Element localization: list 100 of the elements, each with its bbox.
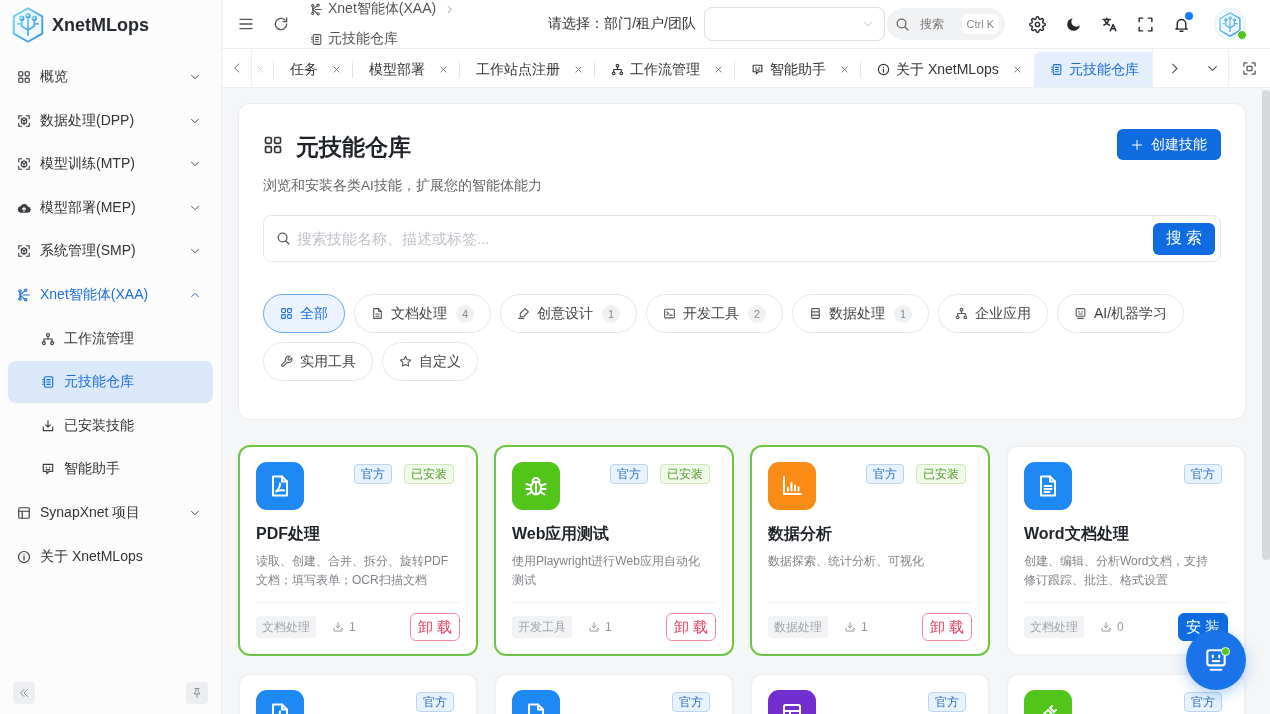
double-chevron-left-icon: [18, 687, 30, 699]
download-count: 1: [861, 620, 868, 634]
logo-icon: [12, 7, 44, 43]
avatar-icon[interactable]: [1214, 8, 1246, 40]
robot-icon: [1203, 647, 1229, 673]
focus-frame-icon[interactable]: [1242, 60, 1257, 76]
layout-icon: [17, 505, 31, 520]
close-icon[interactable]: [332, 65, 341, 74]
nav-item[interactable]: 数据处理(DPP): [8, 99, 213, 142]
category-chip[interactable]: 数据处理 1: [792, 294, 929, 333]
download-icon: [1100, 621, 1112, 633]
download-icon: [41, 418, 55, 433]
category-chip[interactable]: 文档处理 4: [354, 294, 491, 333]
cube-scan-icon: [17, 113, 31, 128]
grid-icon: [17, 70, 31, 84]
tab[interactable]: 工作站点注册: [460, 52, 594, 87]
download-count: 0: [1117, 620, 1124, 634]
close-icon[interactable]: [574, 65, 583, 74]
tab[interactable]: 关于 XnetMLops: [861, 52, 1033, 87]
close-icon[interactable]: [439, 65, 448, 74]
category-chip[interactable]: AI/机器学习: [1057, 294, 1185, 333]
official-badge: 官方: [928, 692, 966, 712]
nav-item[interactable]: 已安装技能: [8, 404, 213, 447]
settings-icon[interactable]: [1028, 15, 1046, 33]
hierarchy-icon: [955, 307, 968, 320]
nodes-icon: [17, 287, 31, 302]
close-icon[interactable]: [1012, 65, 1022, 74]
pin-button[interactable]: [186, 682, 208, 704]
chat-face-icon: [751, 63, 764, 76]
count-badge: 2: [748, 304, 766, 323]
page-subtitle: 浏览和安装各类AI技能，扩展您的智能体能力: [263, 177, 543, 195]
nodes-icon: [310, 2, 323, 16]
tab[interactable]: 模型部署: [353, 52, 459, 87]
nav-item[interactable]: SynapXnet 项目: [8, 491, 213, 534]
count-badge: 4: [456, 304, 474, 323]
nav-item[interactable]: Xnet智能体(XAA): [8, 273, 213, 316]
download-icon: [844, 621, 856, 633]
fullscreen-icon[interactable]: [1136, 15, 1154, 33]
uninstall-button[interactable]: 卸 载: [921, 613, 972, 641]
count-badge: 1: [602, 304, 620, 323]
nav-item[interactable]: 模型训练(MTP): [8, 143, 213, 186]
search-field[interactable]: 搜索技能名称、描述或标签... 搜 索: [263, 215, 1221, 262]
scrollbar-thumb[interactable]: [1262, 90, 1270, 560]
hierarchy-icon: [611, 63, 624, 76]
uninstall-button[interactable]: 卸 载: [409, 613, 460, 641]
create-skill-button[interactable]: 创建技能: [1117, 129, 1221, 160]
tab[interactable]: 任务: [274, 52, 352, 87]
nav-item[interactable]: 元技能仓库: [8, 361, 213, 404]
plus-icon: [1131, 138, 1143, 151]
installed-badge: 已安装: [404, 464, 454, 484]
category-tag: 文档处理: [256, 616, 316, 638]
official-badge: 官方: [866, 464, 904, 484]
card-title: 数据分析: [768, 524, 833, 544]
uninstall-button[interactable]: 卸 载: [665, 613, 716, 641]
official-badge: 官方: [610, 464, 648, 484]
category-chip[interactable]: 开发工具 2: [646, 294, 783, 333]
cube-scan-icon: [17, 244, 31, 259]
chat-face-icon: [41, 462, 55, 477]
nav-item[interactable]: 概览: [8, 56, 213, 98]
pen-icon: [517, 307, 530, 320]
category-chip[interactable]: 实用工具: [263, 342, 373, 381]
official-badge: 官方: [416, 692, 454, 712]
category-chip[interactable]: 创意设计 1: [500, 294, 637, 333]
tab[interactable]: 工作流管理: [595, 52, 734, 87]
refresh-icon[interactable]: [273, 16, 289, 32]
nav-item[interactable]: 智能助手: [8, 448, 213, 491]
document-list-icon: [41, 375, 55, 390]
menu-icon[interactable]: [238, 16, 254, 32]
nav-item[interactable]: 工作流管理: [8, 317, 213, 360]
file-text-icon: [371, 307, 384, 320]
category-chip[interactable]: 全部: [263, 294, 345, 333]
close-icon[interactable]: [714, 65, 723, 74]
search-submit-button[interactable]: 搜 索: [1153, 222, 1215, 255]
tab[interactable]: 智能助手: [735, 52, 860, 87]
category-chip[interactable]: 自定义: [382, 342, 478, 381]
breadcrumb-link[interactable]: 元技能仓库: [310, 30, 398, 48]
download-icon: [332, 621, 344, 633]
close-icon[interactable]: [840, 65, 849, 74]
search-button[interactable]: 搜索 Ctrl K: [887, 8, 1005, 40]
nav-item[interactable]: 模型部署(MEP): [8, 186, 213, 229]
nav-item[interactable]: 关于 XnetMLops: [8, 535, 213, 578]
page-title: 元技能仓库: [296, 132, 411, 162]
moon-icon[interactable]: [1064, 15, 1082, 33]
wrench-icon: [280, 355, 293, 368]
translate-icon[interactable]: [1100, 15, 1118, 33]
card-title: Web应用测试: [512, 524, 611, 544]
terminal-icon: [663, 307, 676, 320]
tab[interactable]: 元技能仓库: [1033, 52, 1152, 87]
info-icon: [17, 549, 31, 564]
org-select-label: 请选择：部门/租户/团队: [548, 15, 696, 33]
count-badge: 1: [894, 304, 912, 323]
grid-icon: [263, 134, 283, 155]
breadcrumb-link[interactable]: Xnet智能体(XAA): [310, 0, 437, 18]
category-tag: 文档处理: [1024, 616, 1084, 638]
search-icon: [276, 231, 291, 246]
pin-icon: [191, 687, 203, 699]
card-description: 创建、编辑、分析Word文档，支持修订跟踪、批注、格式设置: [1024, 553, 1210, 589]
category-chip[interactable]: 企业应用: [938, 294, 1048, 333]
app-name: XnetMLops: [52, 14, 149, 36]
nav-item[interactable]: 系统管理(SMP): [8, 230, 213, 273]
